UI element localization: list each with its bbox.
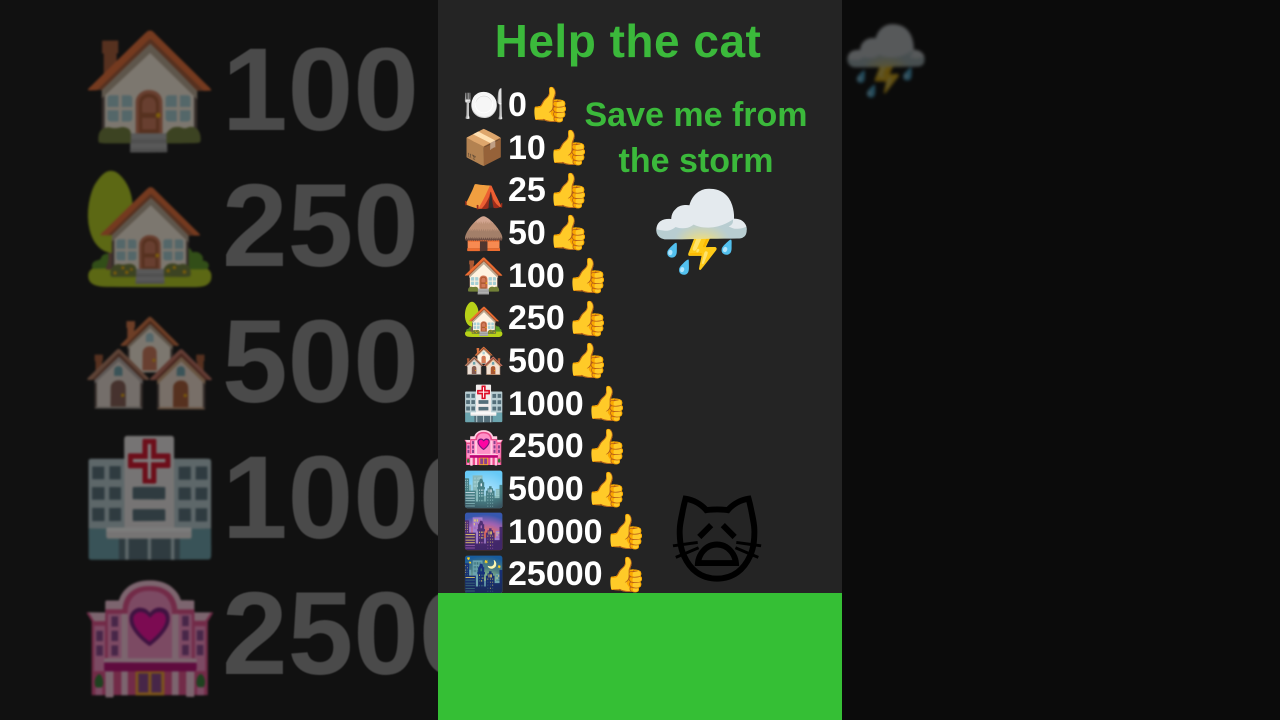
backdrop-row: 🏩 2500 [80, 566, 438, 702]
backdrop-value: 250 [222, 160, 419, 292]
thumbs-up-icon: 👍 [566, 257, 610, 296]
tier-row: 🛖 50 👍 [462, 212, 647, 255]
backdrop-value: 100 [222, 24, 419, 156]
tier-icon: ⛺ [462, 171, 506, 210]
tier-icon: 🏘️ [462, 342, 506, 381]
tier-row: 🏥 1000 👍 [462, 383, 647, 426]
speech-text: Save me from the storm [584, 96, 808, 180]
tier-icon: 🏩 [462, 427, 506, 466]
tier-row: 🌃 25000 👍 [462, 554, 647, 597]
tier-likes: 5000 [508, 470, 584, 509]
thumbs-up-icon: 👍 [604, 555, 647, 594]
backdrop-row: 🏘️ 500 [80, 294, 419, 430]
thumbs-up-icon: 👍 [547, 214, 591, 253]
tier-likes: 25 [508, 171, 546, 210]
lightning-icon: ⛈️ [842, 20, 930, 102]
tier-likes: 10 [508, 128, 546, 167]
thumbs-up-icon: 👍 [604, 513, 647, 552]
tier-icon: 🛖 [462, 214, 506, 253]
crying-cat-icon: 🙀 [670, 492, 764, 597]
tier-likes: 250 [508, 299, 565, 338]
backdrop-value: 2500 [222, 568, 438, 700]
tier-likes: 0 [508, 85, 527, 124]
love-hotel-icon: 🏩 [80, 568, 220, 699]
grass-ground [438, 593, 842, 720]
storm-cloud-icon: ⛈️ [650, 185, 753, 280]
tier-row: 🏩 2500 👍 [462, 426, 647, 469]
tier-likes: 1000 [508, 384, 584, 423]
backdrop-row: 🏡 250 [80, 158, 419, 294]
tier-icon: 🏙️ [462, 470, 506, 509]
video-frame: Help the cat 🍽️ 0 👍 📦 10 👍 ⛺ 25 👍 🛖 50 👍 🏠 100 👍 🏡 250 👍 🏘… [438, 0, 842, 720]
hospital-icon: 🏥 [80, 432, 220, 563]
house-icon: 🏠 [80, 24, 220, 155]
houses-icon: 🏘️ [80, 296, 220, 427]
tier-icon: 🌆 [462, 513, 506, 552]
backdrop-row: 🏥 1000 [80, 430, 438, 566]
tier-icon: 🏠 [462, 257, 506, 296]
page-title: Help the cat [494, 15, 762, 67]
backdrop-row: 🏠 100 [80, 22, 419, 158]
thumbs-up-icon: 👍 [585, 385, 628, 424]
tier-row: 🏡 250 👍 [462, 297, 647, 340]
tier-row: 🏘️ 500 👍 [462, 340, 647, 383]
tier-likes: 25000 [508, 555, 603, 594]
tier-icon: 🌃 [462, 555, 506, 594]
tier-icon: 🏥 [462, 385, 506, 424]
tier-row: 🌆 10000 👍 [462, 511, 647, 554]
tier-likes: 100 [508, 256, 565, 295]
backdrop-value: 500 [222, 296, 419, 428]
tier-row: 🏙️ 5000 👍 [462, 468, 647, 511]
thumbs-up-icon: 👍 [585, 427, 628, 466]
tier-likes: 2500 [508, 427, 584, 466]
thumbs-up-icon: 👍 [566, 299, 610, 338]
left-backdrop: 🏠 100 🏡 250 🏘️ 500 🏥 1000 🏩 2500 [0, 0, 438, 720]
thumbs-up-icon: 👍 [585, 470, 628, 509]
tier-icon: 🍽️ [462, 86, 506, 125]
tier-icon: 📦 [462, 129, 506, 168]
backdrop-value: 1000 [222, 432, 438, 564]
house-garden-icon: 🏡 [80, 160, 220, 291]
tier-icon: 🏡 [462, 299, 506, 338]
tier-likes: 50 [508, 213, 546, 252]
tier-likes: 500 [508, 341, 565, 380]
right-backdrop: ⛈️ [842, 0, 1280, 720]
thumbs-up-icon: 👍 [566, 342, 610, 381]
tier-likes: 10000 [508, 512, 603, 551]
tier-row: 🏠 100 👍 [462, 255, 647, 298]
thumbs-up-icon: 👍 [528, 86, 572, 125]
